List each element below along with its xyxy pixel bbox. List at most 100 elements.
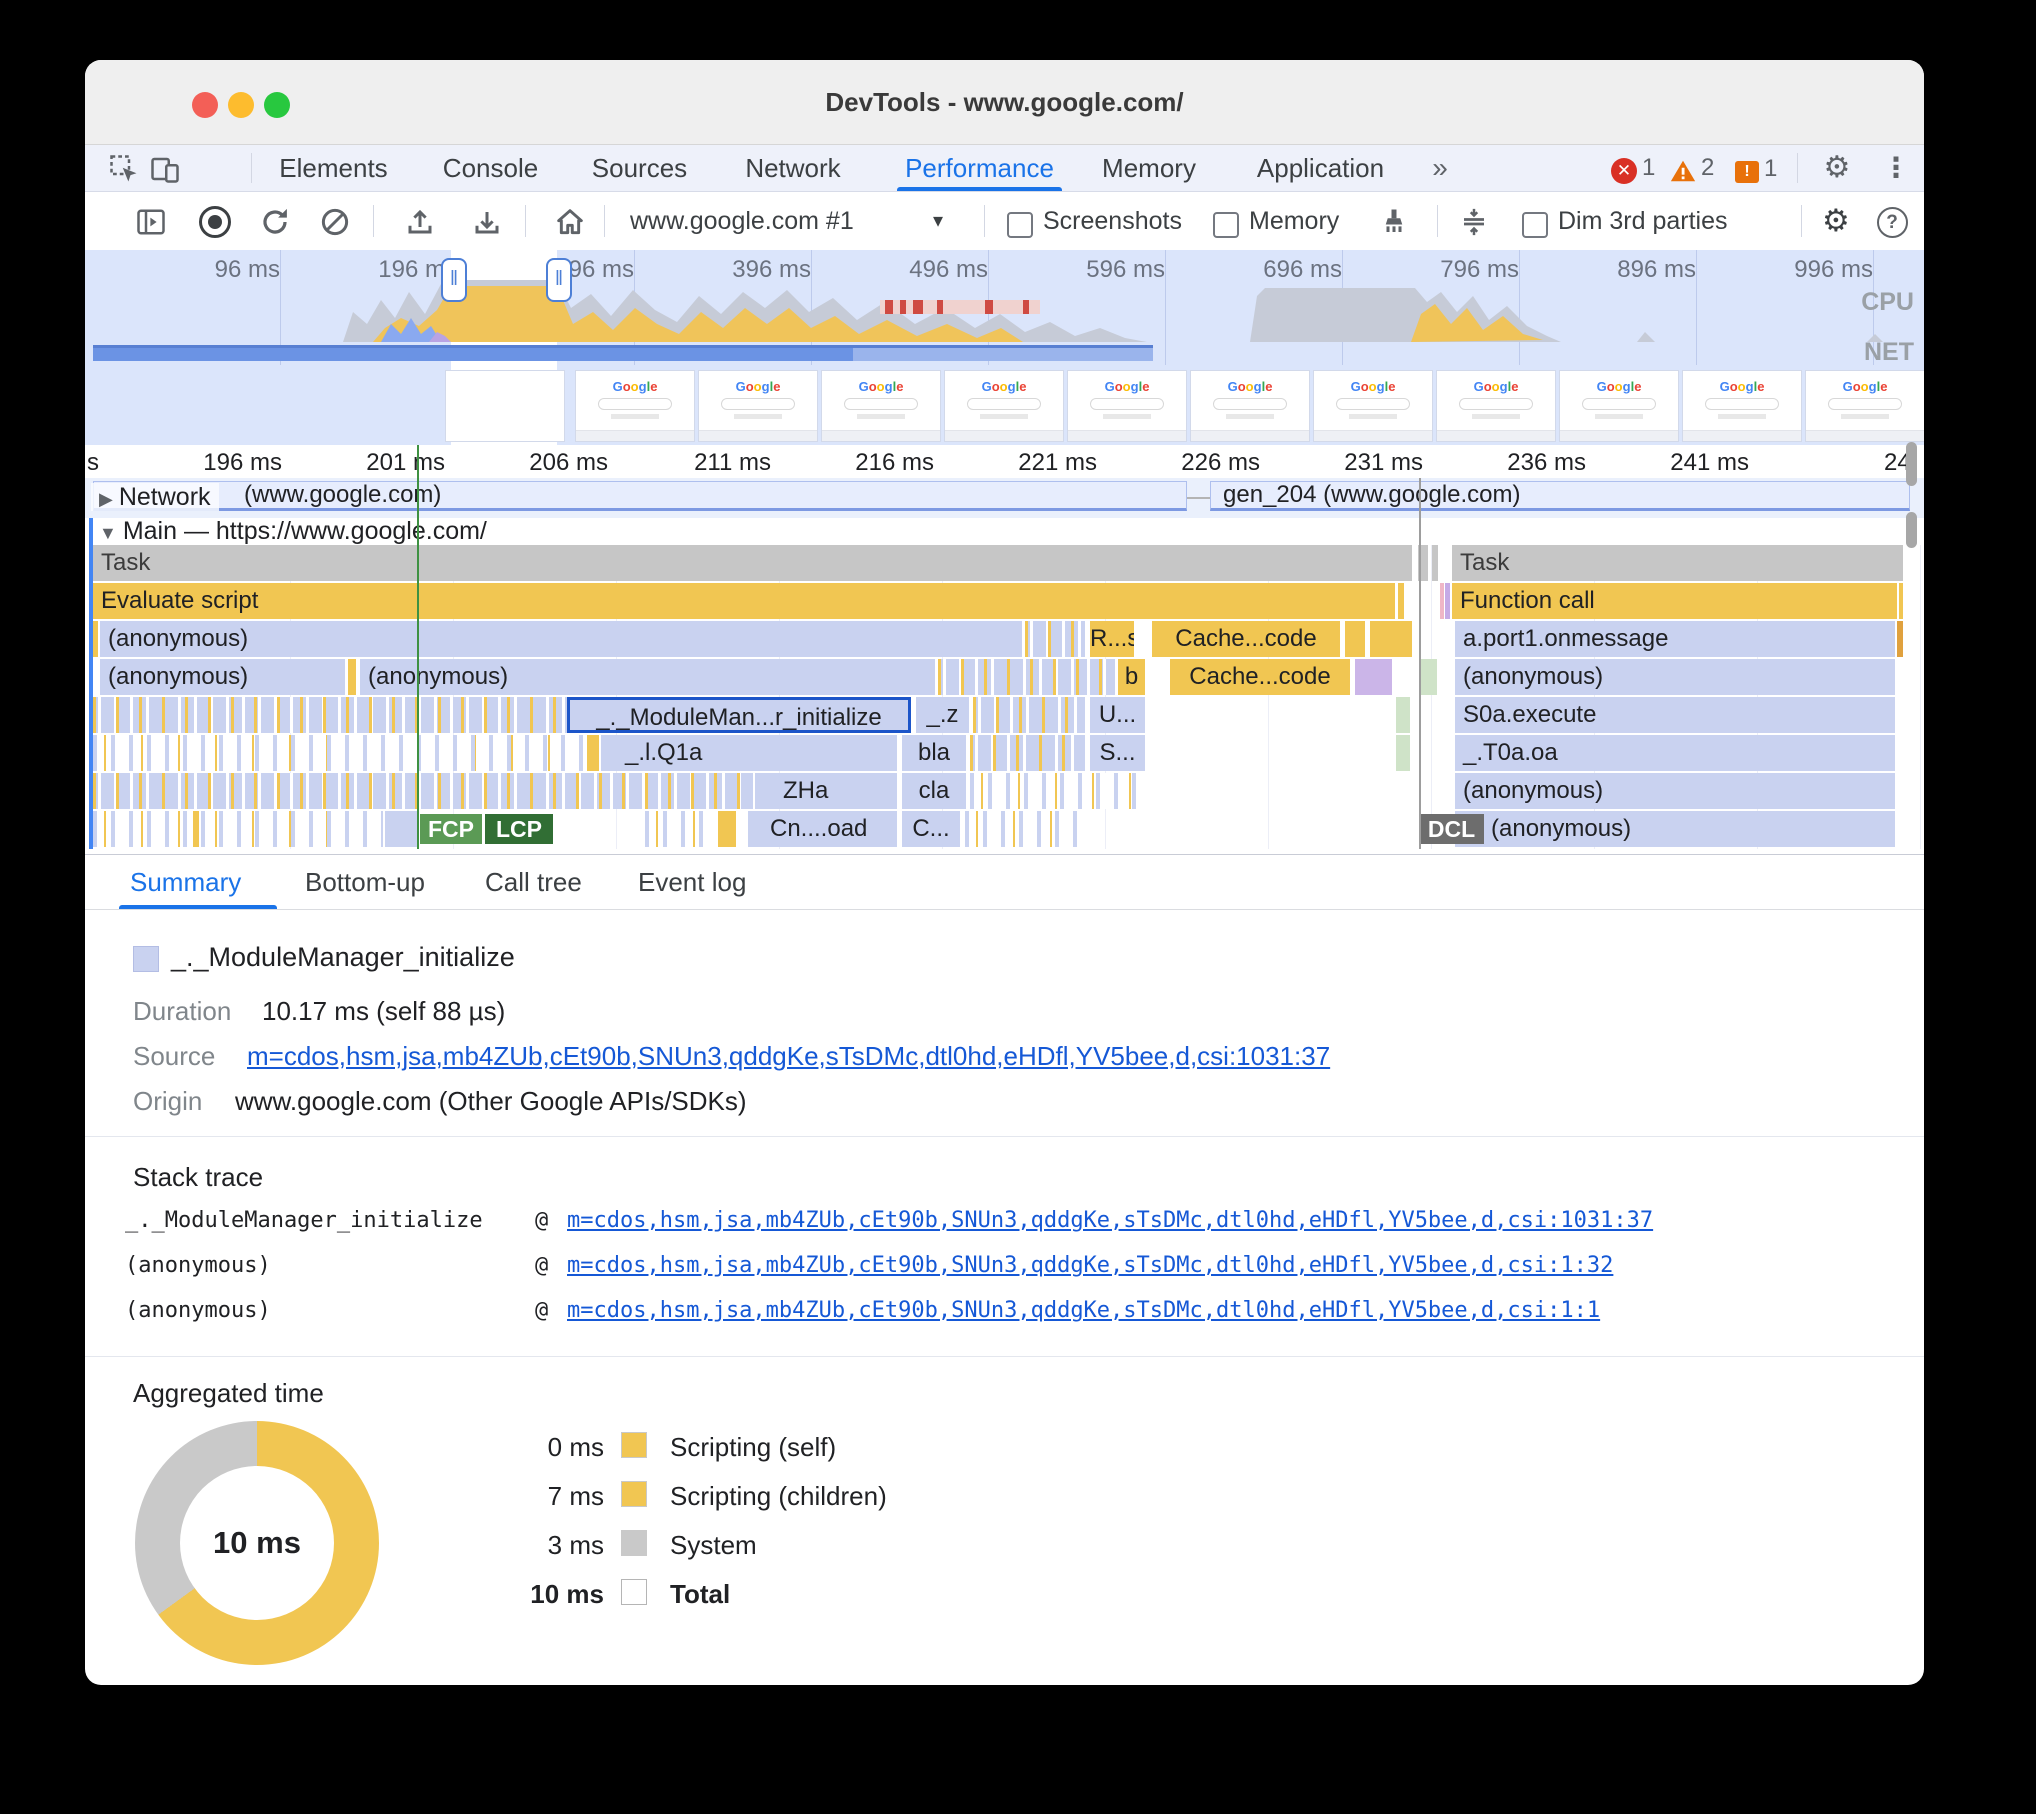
flame-bar-module-manager-selected[interactable]: _._ModuleMan...r_initialize [567,697,911,733]
flame-bar[interactable]: bla [902,735,966,771]
flame-bar[interactable]: R...s [1090,621,1134,657]
title-bar: DevTools - www.google.com/ [85,60,1924,145]
dim-3rd-parties-label[interactable]: Dim 3rd parties [1558,192,1728,250]
tab-console[interactable]: Console [433,145,548,191]
flame-bar[interactable]: cla [902,773,966,809]
tab-call-tree[interactable]: Call tree [485,856,582,908]
screenshot-thumbnail[interactable]: Google [1313,370,1433,442]
flame-bar-onmessage[interactable]: a.port1.onmessage [1455,621,1895,657]
main-track-header[interactable]: ▼Main — https://www.google.com/ [85,518,1924,545]
screenshots-checkbox[interactable] [1007,212,1033,238]
flame-bar-anonymous[interactable]: (anonymous) [1455,811,1895,847]
tab-application[interactable]: Application [1243,145,1398,191]
flamechart-time-ruler[interactable]: s 196 ms 201 ms 206 ms 211 ms 216 ms 221… [85,445,1924,479]
flame-bar-evaluate-script[interactable]: Evaluate script [93,583,1395,619]
device-toolbar-icon[interactable] [148,152,182,186]
screenshots-label[interactable]: Screenshots [1043,192,1182,250]
legend-value-total: 10 ms [464,1579,604,1610]
tab-event-log[interactable]: Event log [638,856,746,908]
capture-settings-gear-icon[interactable]: ⚙ [1822,192,1850,250]
flame-bar-anonymous[interactable]: (anonymous) [100,621,1022,657]
flame-bar-anonymous[interactable]: (anonymous) [100,659,345,695]
screenshot-thumbnail[interactable]: Google [1067,370,1187,442]
flame-bar-cache-code[interactable]: Cache...code [1152,621,1340,657]
flame-bar-task[interactable]: Task [93,545,1412,581]
screenshot-thumbnail[interactable]: Google [944,370,1064,442]
flame-bar[interactable]: S... [1090,735,1145,771]
tab-network[interactable]: Network [734,145,852,191]
flame-bar[interactable]: b [1118,659,1145,695]
collapsed-arrow-icon[interactable]: ▶ [99,489,113,509]
console-warnings-badge[interactable]: 2 [1670,154,1714,184]
flame-bar-t0a[interactable]: _.T0a.oa [1455,735,1895,771]
memory-checkbox[interactable] [1213,212,1239,238]
screenshot-thumbnail[interactable]: Google [1682,370,1802,442]
screenshot-thumbnail[interactable] [445,370,565,442]
save-profile-icon[interactable] [470,205,504,239]
flame-bar-task[interactable]: Task [1452,545,1903,581]
more-tabs-icon[interactable]: » [1420,145,1460,191]
network-track-header[interactable]: ▶Network [91,483,219,511]
network-request-bar[interactable]: gen_204 (www.google.com) [1210,481,1910,511]
issues-badge[interactable]: !1 [1735,155,1777,183]
screenshot-thumbnail[interactable]: Google [1559,370,1679,442]
settings-gear-icon[interactable]: ⚙ [1815,145,1859,191]
console-errors-badge[interactable]: ✕1 [1611,154,1655,184]
screenshot-thumbnail[interactable]: Google [1436,370,1556,442]
dim-3rd-parties-checkbox[interactable] [1522,212,1548,238]
kebab-menu-icon[interactable]: ⋮ [1881,145,1911,191]
scrollbar-thumb[interactable] [1906,512,1917,548]
load-profile-icon[interactable] [403,205,437,239]
home-icon[interactable] [553,205,587,239]
expanded-arrow-icon[interactable]: ▼ [99,523,117,543]
flame-bar-s0a-execute[interactable]: S0a.execute [1455,697,1895,733]
inspect-element-icon[interactable] [107,152,141,186]
selection-left-handle[interactable]: ‖ [441,258,467,302]
flame-bar-anonymous[interactable]: (anonymous) [1455,773,1895,809]
tab-performance[interactable]: Performance [892,145,1067,191]
flame-bar-q1a[interactable]: _.l.Q1a [601,735,897,771]
flame-bar-cache-code[interactable]: Cache...code [1170,659,1350,695]
stack-frame-link[interactable]: m=cdos,hsm,jsa,mb4ZUb,cEt90b,SNUn3,qddgK… [567,1208,1653,1233]
flame-bar-function-call[interactable]: Function call [1452,583,1897,619]
clear-recording-icon[interactable] [318,205,352,239]
toggle-sidebar-icon[interactable] [134,205,168,239]
dcl-marker-badge[interactable]: DCL [1419,814,1484,844]
donut-total-label: 10 ms [180,1466,334,1620]
tab-memory[interactable]: Memory [1090,145,1208,191]
flame-bar-anonymous[interactable]: (anonymous) [360,659,935,695]
tab-elements[interactable]: Elements [271,145,396,191]
scrollbar-thumb[interactable] [1906,442,1917,486]
source-link[interactable]: m=cdos,hsm,jsa,mb4ZUb,cEt90b,SNUn3,qddgK… [247,1041,1330,1072]
reload-and-record-icon[interactable] [258,205,292,239]
collect-garbage-icon[interactable] [1377,205,1411,239]
capture-target-select[interactable]: www.google.com #1 [630,192,854,250]
flame-row: Task Task [85,545,1924,581]
selection-right-handle[interactable]: ‖ [546,258,572,302]
screenshot-thumbnail[interactable]: Google [821,370,941,442]
tab-summary[interactable]: Summary [130,856,241,908]
stack-frame-link[interactable]: m=cdos,hsm,jsa,mb4ZUb,cEt90b,SNUn3,qddgK… [567,1298,1600,1323]
flame-bar-cn-load[interactable]: Cn....oad [748,811,897,847]
flame-bar[interactable]: U... [1090,697,1145,733]
chevron-down-icon[interactable]: ▾ [933,192,943,250]
tab-sources[interactable]: Sources [582,145,697,191]
screenshot-thumbnail[interactable]: Google [1190,370,1310,442]
collapse-sections-icon[interactable] [1457,205,1491,239]
flame-bar-anonymous[interactable]: (anonymous) [1455,659,1895,695]
stack-frame-link[interactable]: m=cdos,hsm,jsa,mb4ZUb,cEt90b,SNUn3,qddgK… [567,1253,1613,1278]
tab-bottom-up[interactable]: Bottom-up [305,856,425,908]
network-request-bar[interactable]: (www.google.com) [93,481,1187,511]
lcp-marker-badge[interactable]: LCP [485,814,553,844]
flame-bar[interactable]: _.z [916,697,969,733]
flame-bar[interactable]: C... [902,811,960,847]
record-button[interactable] [198,205,232,239]
fcp-marker-badge[interactable]: FCP [420,814,482,844]
memory-label[interactable]: Memory [1249,192,1339,250]
flame-bar-zha[interactable]: ZHa [755,773,897,809]
screenshot-thumbnail[interactable]: Google [575,370,695,442]
help-icon[interactable]: ? [1875,205,1909,239]
screenshot-thumbnail[interactable]: Google [698,370,818,442]
screenshot-thumbnail[interactable]: Google [1805,370,1924,442]
timeline-overview[interactable]: 96 ms 196 ms 296 ms 396 ms 496 ms 596 ms… [85,250,1924,365]
